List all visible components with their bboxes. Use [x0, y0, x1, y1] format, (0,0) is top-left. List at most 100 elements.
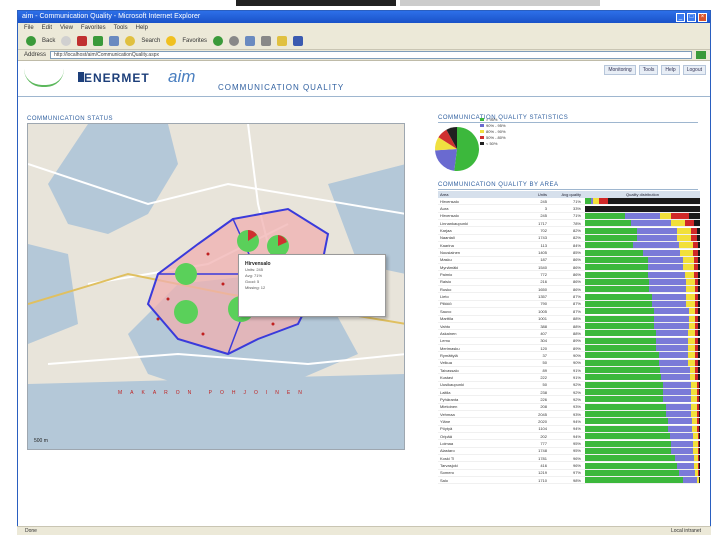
- go-button[interactable]: [696, 51, 706, 59]
- stop-icon[interactable]: [77, 36, 88, 46]
- table-row[interactable]: Pyhäranta 226 92%: [438, 396, 700, 404]
- table-row[interactable]: Pöytyä 1104 94%: [438, 425, 700, 433]
- table-row[interactable]: Loimaa 777 95%: [438, 440, 700, 448]
- table-row[interactable]: Nousiainen 1405 85%: [438, 249, 700, 257]
- distribution-segment: [674, 455, 695, 462]
- menu-tools[interactable]: Tools: [114, 23, 128, 33]
- favorites-label[interactable]: Favorites: [182, 38, 207, 44]
- cell-area: Taivassalo: [440, 367, 459, 373]
- forward-icon[interactable]: [61, 36, 72, 46]
- browser-toolbar: Back Search Favorites: [18, 33, 710, 50]
- messenger-icon[interactable]: [293, 36, 304, 46]
- close-button[interactable]: ×: [698, 12, 707, 22]
- table-row[interactable]: Masku 187 86%: [438, 256, 700, 265]
- table-row[interactable]: Vehmaa 2045 93%: [438, 411, 700, 419]
- favorites-icon[interactable]: [166, 36, 177, 46]
- table-row[interactable]: Mynämäki 1540 86%: [438, 264, 700, 272]
- table-row[interactable]: Lieto 1357 87%: [438, 293, 700, 301]
- table-row[interactable]: Vahto 388 88%: [438, 323, 700, 331]
- col-units[interactable]: Units: [518, 192, 550, 197]
- table-row[interactable]: Yläne 2020 94%: [438, 418, 700, 426]
- nav-logout[interactable]: Logout: [682, 65, 706, 75]
- table-row[interactable]: Kustavi 222 91%: [438, 374, 700, 382]
- table-row[interactable]: Laitila 238 92%: [438, 389, 700, 397]
- table-row[interactable]: Koski Tl 1781 96%: [438, 455, 700, 463]
- back-icon[interactable]: [26, 36, 36, 46]
- distribution-segment: [697, 242, 700, 249]
- map-view[interactable]: MAKARON POHJOINEN 500 m Hirvensalo Units…: [27, 123, 405, 450]
- distribution-bar: [585, 352, 700, 359]
- table-row[interactable]: Aura 3 33%: [438, 205, 700, 213]
- table-row[interactable]: Tarvasjoki 416 96%: [438, 462, 700, 470]
- col-area[interactable]: Area: [438, 192, 518, 197]
- distribution-segment: [585, 367, 660, 374]
- table-row[interactable]: Hirvensalo 245 71%: [438, 198, 700, 206]
- table-row[interactable]: Sauvo 1005 87%: [438, 308, 700, 316]
- table-row[interactable]: Kaarina 113 84%: [438, 242, 700, 250]
- table-row[interactable]: Velkua 50 90%: [438, 359, 700, 367]
- table-row[interactable]: Taivassalo 89 91%: [438, 367, 700, 375]
- menu-view[interactable]: View: [60, 23, 73, 33]
- distribution-bar: [585, 418, 700, 425]
- menu-help[interactable]: Help: [136, 23, 148, 33]
- legend-swatch-1: [480, 123, 484, 127]
- address-input[interactable]: http://localhost/aim/CommunicationQualit…: [50, 51, 692, 59]
- col-avg[interactable]: Avg quality: [550, 192, 585, 197]
- cell-area: Tarvasjoki: [440, 463, 458, 469]
- table-row[interactable]: Marttila 1001 88%: [438, 315, 700, 323]
- menu-edit[interactable]: Edit: [42, 23, 52, 33]
- table-row[interactable]: Hirvensalo 245 71%: [438, 212, 700, 221]
- print-icon[interactable]: [261, 36, 272, 46]
- col-dist[interactable]: Quality distribution: [585, 192, 700, 197]
- maximize-button[interactable]: □: [687, 12, 696, 22]
- media-icon[interactable]: [213, 36, 224, 46]
- search-icon[interactable]: [125, 36, 136, 46]
- table-row[interactable]: Oripää 202 94%: [438, 433, 700, 441]
- cell-area: Aura: [440, 206, 449, 212]
- distribution-segment: [679, 469, 696, 476]
- table-row[interactable]: Somero 1219 97%: [438, 469, 700, 478]
- table-row[interactable]: Salo 1710 98%: [438, 477, 700, 485]
- table-row[interactable]: Naantali 1743 82%: [438, 234, 700, 243]
- distribution-segment: [698, 389, 700, 396]
- table-row[interactable]: Merimasku 120 89%: [438, 345, 700, 353]
- distribution-segment: [698, 403, 700, 410]
- refresh-icon[interactable]: [93, 36, 104, 46]
- table-row[interactable]: Uusikaupunki 50 92%: [438, 381, 700, 389]
- cell-units: 790: [540, 301, 547, 307]
- nav-help[interactable]: Help: [661, 65, 680, 75]
- nav-monitoring[interactable]: Monitoring: [604, 65, 636, 75]
- distribution-segment: [698, 381, 700, 388]
- table-row[interactable]: Paimio 772 86%: [438, 271, 700, 279]
- pie-slice: [454, 127, 479, 171]
- menu-favorites[interactable]: Favorites: [81, 23, 106, 33]
- mail-icon[interactable]: [245, 36, 256, 46]
- folder-icon[interactable]: [277, 36, 288, 46]
- table-row[interactable]: Karjaa 702 82%: [438, 227, 700, 235]
- cell-units: 1219: [538, 470, 547, 476]
- table-row[interactable]: Linnankaupunki 1717 78%: [438, 220, 700, 228]
- table-row[interactable]: Alastaro 1748 95%: [438, 447, 700, 456]
- distribution-bar: [585, 256, 700, 263]
- cell-units: 245: [540, 198, 547, 204]
- table-row[interactable]: Raisio 216 86%: [438, 278, 700, 287]
- minimize-button[interactable]: _: [676, 12, 685, 22]
- distribution-segment: [659, 367, 690, 374]
- nav-tools[interactable]: Tools: [638, 65, 659, 75]
- table-row[interactable]: Piikkiö 790 87%: [438, 300, 700, 309]
- cell-units: 777: [540, 441, 547, 447]
- quality-pie-chart: [435, 127, 479, 171]
- table-row[interactable]: Askainen 407 88%: [438, 330, 700, 338]
- history-icon[interactable]: [229, 36, 240, 46]
- back-label[interactable]: Back: [42, 38, 55, 44]
- table-row[interactable]: Lemu 304 89%: [438, 337, 700, 345]
- menu-file[interactable]: File: [24, 23, 34, 33]
- distribution-segment: [585, 469, 680, 476]
- table-row[interactable]: Mietoinen 208 93%: [438, 403, 700, 411]
- table-row[interactable]: Rusko 1650 86%: [438, 286, 700, 294]
- cell-avg: 82%: [572, 228, 581, 234]
- table-row[interactable]: Rymättylä 37 90%: [438, 352, 700, 360]
- search-label[interactable]: Search: [141, 38, 160, 44]
- distribution-segment: [625, 212, 660, 219]
- home-icon[interactable]: [109, 36, 120, 46]
